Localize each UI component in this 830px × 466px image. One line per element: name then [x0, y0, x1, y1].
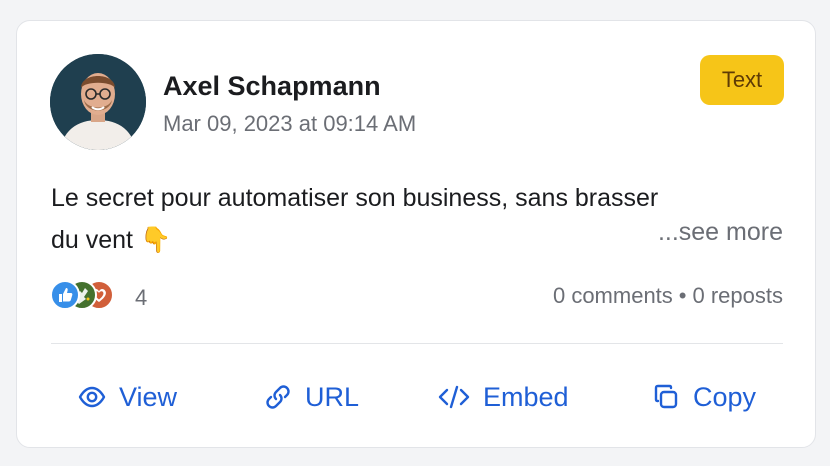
post-type-badge: Text	[700, 55, 784, 105]
eye-icon	[77, 382, 107, 412]
reposts-count[interactable]: 0 reposts	[693, 283, 784, 308]
url-button-label: URL	[305, 381, 360, 412]
post-text-line-2-text: du vent	[51, 226, 134, 254]
post-text-line-1: Le secret pour automatiser son business,…	[51, 184, 659, 212]
copy-icon	[651, 382, 681, 412]
like-icon	[50, 280, 80, 310]
url-button[interactable]: URL	[263, 373, 359, 421]
post-card: Axel Schapmann Mar 09, 2023 at 09:14 AM …	[16, 20, 816, 448]
divider	[51, 343, 783, 344]
comments-count[interactable]: 0 comments	[553, 283, 673, 308]
pointing-down-emoji: 👇	[139, 225, 172, 254]
code-icon	[437, 382, 471, 412]
post-timestamp: Mar 09, 2023 at 09:14 AM	[163, 111, 417, 136]
embed-button[interactable]: Embed	[437, 373, 569, 421]
avatar[interactable]	[50, 54, 146, 150]
reaction-count: 4	[135, 285, 148, 310]
author-name[interactable]: Axel Schapmann	[163, 71, 381, 102]
see-more-link[interactable]: ...see more	[658, 218, 783, 247]
embed-button-label: Embed	[483, 381, 569, 412]
view-button-label: View	[119, 381, 178, 412]
action-bar: View URL Embed Copy	[17, 373, 815, 421]
view-button[interactable]: View	[77, 373, 177, 421]
stats-separator: •	[678, 283, 687, 308]
link-icon	[263, 382, 293, 412]
copy-button-label: Copy	[693, 381, 757, 412]
post-stats: 0 comments • 0 reposts	[553, 283, 783, 309]
copy-button[interactable]: Copy	[651, 373, 756, 421]
